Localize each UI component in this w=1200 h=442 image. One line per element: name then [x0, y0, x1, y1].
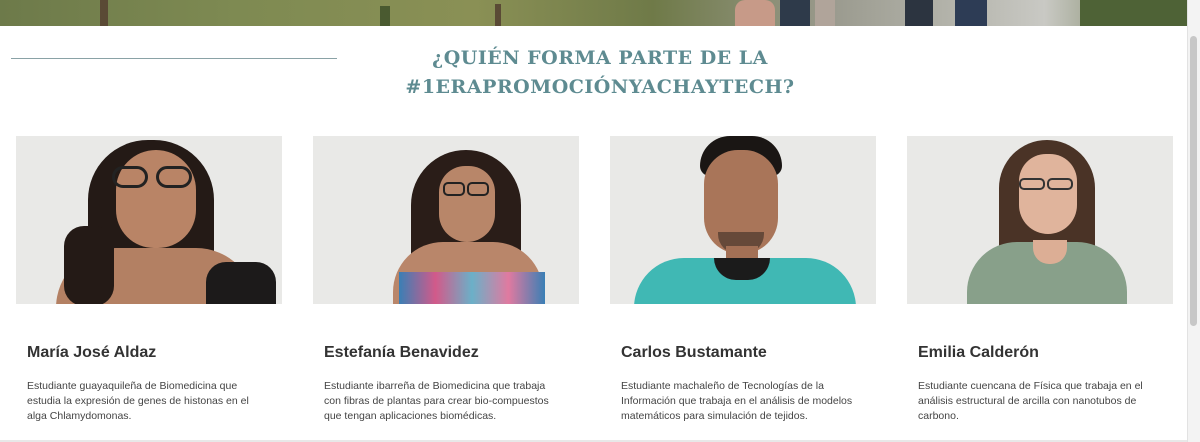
- person-name: María José Aldaz: [27, 344, 157, 361]
- person-photo: [16, 136, 282, 304]
- section-title-line-1: ¿QUIÉN FORMA PARTE DE LA: [432, 47, 768, 69]
- scrollbar[interactable]: [1187, 0, 1200, 442]
- scrollbar-thumb[interactable]: [1190, 36, 1197, 326]
- page: ¿QUIÉN FORMA PARTE DE LA #1ERAPROMOCIÓNY…: [0, 0, 1200, 442]
- person-description: Estudiante machaleño de Tecnologías de l…: [621, 380, 853, 422]
- person-name: Estefanía Benavidez: [324, 344, 479, 361]
- person-card: Estefanía Benavidez Estudiante ibarreña …: [313, 136, 579, 424]
- hero-image: [0, 0, 1187, 26]
- person-card: Carlos Bustamante Estudiante machaleño d…: [610, 136, 876, 424]
- section-title: ¿QUIÉN FORMA PARTE DE LA #1ERAPROMOCIÓNY…: [380, 44, 820, 102]
- person-description: Estudiante guayaquileña de Biomedicina q…: [27, 380, 249, 422]
- person-photo: [907, 136, 1173, 304]
- person-name: Carlos Bustamante: [621, 344, 767, 361]
- section-title-line-2: #1ERAPROMOCIÓNYACHAYTECH?: [405, 76, 795, 98]
- header-divider: [11, 58, 337, 59]
- person-description: Estudiante ibarreña de Biomedicina que t…: [324, 380, 549, 422]
- person-description: Estudiante cuencana de Física que trabaj…: [918, 380, 1143, 422]
- person-photo: [313, 136, 579, 304]
- person-name: Emilia Calderón: [918, 344, 1039, 361]
- person-card: María José Aldaz Estudiante guayaquileña…: [16, 136, 282, 424]
- person-card: Emilia Calderón Estudiante cuencana de F…: [907, 136, 1173, 424]
- person-photo: [610, 136, 876, 304]
